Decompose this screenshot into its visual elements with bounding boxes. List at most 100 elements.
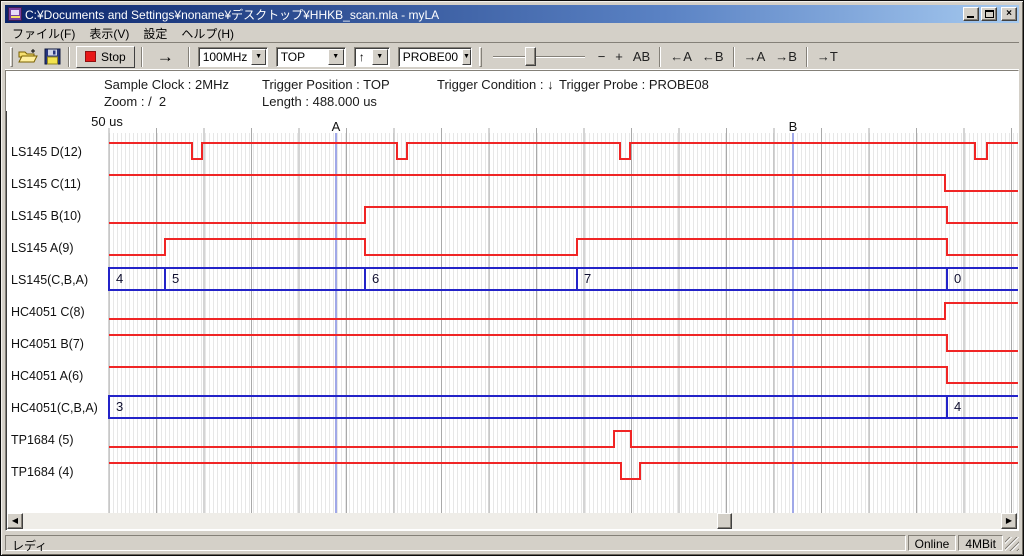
status-online: Online (908, 535, 957, 551)
app-window: C:¥Documents and Settings¥noname¥デスクトップ¥… (0, 0, 1024, 556)
bus-value: 7 (584, 271, 591, 286)
chevron-down-icon[interactable]: ▼ (328, 49, 344, 65)
window-title: C:¥Documents and Settings¥noname¥デスクトップ¥… (25, 6, 963, 23)
channel-label[interactable]: HC4051 A(6) (11, 369, 83, 383)
save-floppy-icon (44, 48, 61, 65)
status-memory: 4MBit (958, 535, 1003, 551)
slider-track (493, 56, 585, 58)
close-button[interactable]: × (1001, 7, 1017, 21)
scrollbar-track[interactable] (23, 513, 1001, 529)
trigger-position-combo[interactable]: TOP ▼ (276, 47, 346, 67)
toolbar-grip[interactable] (479, 47, 482, 67)
channel-label[interactable]: HC4051 C(8) (11, 305, 85, 319)
bus-value: 6 (372, 271, 379, 286)
bus-value: 4 (116, 271, 123, 286)
channel-label[interactable]: LS145 B(10) (11, 209, 81, 223)
zoom-slider[interactable] (493, 46, 585, 68)
bus-value: 4 (954, 399, 961, 414)
menu-item-0[interactable]: ファイル(F) (5, 23, 82, 44)
toolbar-separator (68, 47, 70, 67)
chevron-down-icon[interactable]: ▼ (462, 49, 471, 65)
toolbar-separator (141, 47, 143, 67)
info-trigger-position: Trigger Position : TOP (262, 77, 390, 92)
capture-info: Sample Clock : 2MHz Trigger Position : T… (6, 71, 1018, 111)
digital-waveform (109, 463, 1019, 479)
info-sample-clock: Sample Clock : 2MHz (104, 77, 229, 92)
title-bar[interactable]: C:¥Documents and Settings¥noname¥デスクトップ¥… (5, 5, 1019, 23)
run-button[interactable]: → (147, 47, 184, 67)
save-button[interactable] (40, 46, 64, 68)
channel-label[interactable]: LS145 A(9) (11, 241, 74, 255)
info-length: Length : 488.000 us (262, 94, 377, 109)
menu-item-3[interactable]: ヘルプ(H) (174, 23, 241, 44)
digital-waveform (109, 367, 1019, 383)
maximize-icon (985, 10, 994, 18)
digital-waveform (109, 207, 1019, 223)
channel-label[interactable]: LS145 C(11) (11, 177, 81, 191)
set-b-button[interactable]: →B (770, 47, 802, 66)
resize-grip-icon[interactable] (1005, 537, 1019, 551)
info-trigger-probe: Trigger Probe : PROBE08 (559, 77, 709, 92)
scroll-right-button[interactable]: ▶ (1001, 513, 1017, 529)
toolbar-separator (659, 47, 661, 67)
toolbar-grip[interactable] (10, 47, 13, 67)
channel-label[interactable]: LS145 D(12) (11, 145, 82, 159)
bus-segment (365, 268, 577, 290)
probe-value: PROBE00 (399, 50, 462, 64)
scrollbar-thumb[interactable] (717, 513, 732, 529)
digital-waveform (109, 175, 1019, 191)
goto-b-button[interactable]: ←B (697, 47, 729, 66)
waveform-canvas: 50 us A B LS145 D(12) LS145 C(11) LS145 B(10)… (7, 111, 1019, 519)
open-button[interactable] (16, 46, 40, 68)
sample-clock-combo[interactable]: 100MHz ▼ (198, 47, 268, 67)
scroll-left-button[interactable]: ◀ (7, 513, 23, 529)
probe-combo[interactable]: PROBE00 ▼ (398, 47, 472, 67)
marker-b-label: B (789, 119, 798, 134)
trigger-edge-value: ↑ (355, 50, 372, 64)
horizontal-scrollbar[interactable]: ◀ ▶ (7, 513, 1017, 529)
trigger-edge-combo[interactable]: ↑ ▼ (354, 47, 390, 67)
open-folder-icon (18, 49, 38, 65)
minimize-icon (967, 16, 974, 18)
ab-button[interactable]: AB (628, 47, 655, 66)
status-ready: レディ (5, 535, 906, 551)
digital-waveform (109, 303, 1019, 319)
channel-label[interactable]: TP1684 (4) (11, 465, 74, 479)
toolbar: Stop → 100MHz ▼ TOP ▼ ↑ ▼ PROBE00 ▼ − + … (5, 42, 1019, 70)
toolbar-separator (806, 47, 808, 67)
trigger-position-value: TOP (277, 50, 328, 64)
stop-button[interactable]: Stop (76, 46, 135, 68)
channel-label[interactable]: HC4051(C,B,A) (11, 401, 98, 415)
channel-label[interactable]: TP1684 (5) (11, 433, 74, 447)
sample-clock-value: 100MHz (199, 50, 252, 64)
marker-a-label: A (332, 119, 341, 134)
close-icon: × (1006, 8, 1012, 19)
client-area: Sample Clock : 2MHz Trigger Position : T… (5, 70, 1019, 531)
bus-value: 0 (954, 271, 961, 286)
info-zoom: Zoom : / 2 (104, 94, 166, 109)
menu-item-1[interactable]: 表示(V) (82, 23, 136, 44)
zoom-in-button[interactable]: + (610, 47, 628, 66)
minimize-button[interactable] (963, 7, 979, 21)
run-arrow-icon: → (157, 47, 174, 66)
set-a-button[interactable]: →A (739, 47, 771, 66)
menu-bar: ファイル(F)表示(V)設定ヘルプ(H) (5, 24, 1019, 42)
zoom-out-button[interactable]: − (593, 47, 611, 66)
digital-waveform (109, 239, 1019, 255)
menu-item-2[interactable]: 設定 (136, 23, 174, 44)
chevron-down-icon[interactable]: ▼ (372, 49, 388, 65)
maximize-button[interactable] (981, 7, 997, 21)
slider-thumb[interactable] (525, 47, 536, 66)
channel-label[interactable]: HC4051 B(7) (11, 337, 84, 351)
bus-value: 5 (172, 271, 179, 286)
stop-square-icon (85, 51, 96, 62)
chevron-down-icon[interactable]: ▼ (251, 49, 265, 65)
waveform-panel: 50 us A B LS145 D(12) LS145 C(11) LS145 B(10)… (7, 111, 1019, 519)
goto-a-button[interactable]: ←A (665, 47, 697, 66)
channel-label[interactable]: LS145(C,B,A) (11, 273, 88, 287)
time-scale-label: 50 us (91, 114, 123, 129)
goto-trigger-button[interactable]: →T (812, 47, 843, 66)
status-bar: レディ Online 4MBit (5, 533, 1019, 551)
bus-segment (577, 268, 947, 290)
app-icon (8, 7, 22, 21)
